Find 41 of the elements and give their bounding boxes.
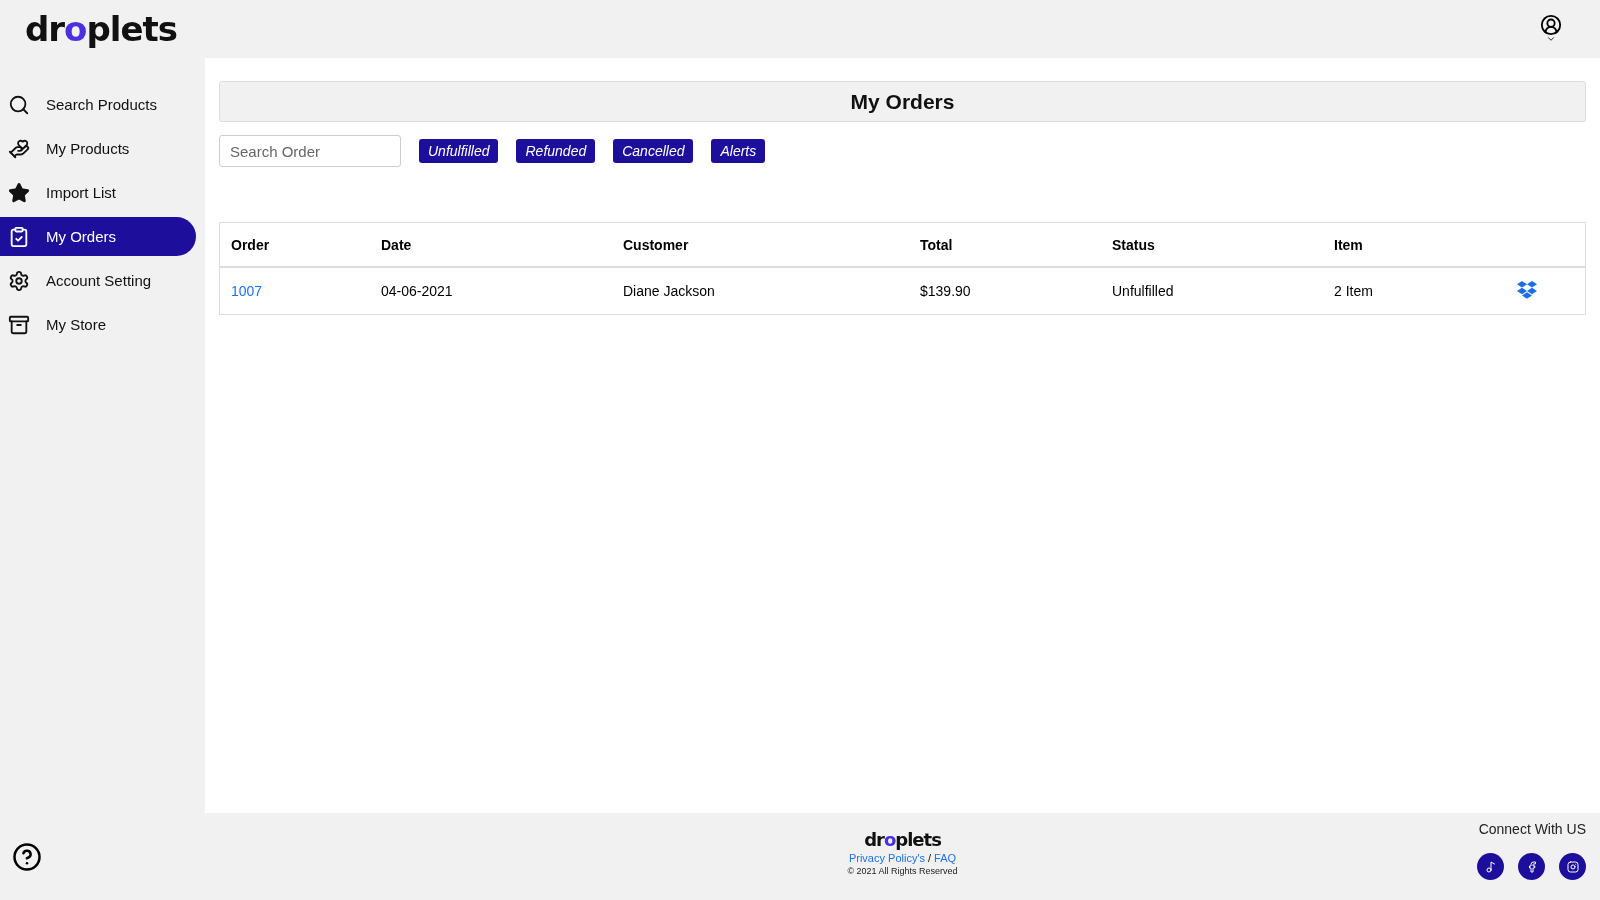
logo: droplets	[25, 9, 177, 49]
filter-button[interactable]: Refunded	[516, 139, 596, 163]
hand-icon	[8, 137, 30, 160]
sidebar-item[interactable]: My Store	[0, 305, 196, 344]
table-cell: 04-06-2021	[370, 267, 612, 315]
sidebar-item[interactable]: My Orders	[0, 217, 196, 256]
music-note-icon[interactable]	[1477, 853, 1504, 880]
sidebar-item[interactable]: Import List	[0, 173, 196, 212]
help-icon[interactable]	[12, 841, 42, 872]
search-field[interactable]: Search Order	[219, 135, 401, 167]
column-header: Date	[370, 222, 612, 267]
bucket-icon	[8, 313, 30, 336]
column-header: Total	[909, 222, 1101, 267]
clipboard-icon	[8, 225, 30, 248]
privacy-link[interactable]: Privacy Policy's	[848, 852, 925, 864]
table-cell: Unfulfilled	[1101, 267, 1323, 315]
footer-logo: droplets	[864, 829, 941, 850]
star-icon	[8, 181, 30, 204]
column-header: Order	[219, 222, 370, 267]
column-header: Customer	[612, 222, 909, 267]
sidebar-item[interactable]: Account Setting	[0, 261, 196, 300]
order-link[interactable]: 1007	[231, 283, 263, 299]
connect-label: Connect With US	[1478, 821, 1586, 837]
gear-icon	[8, 269, 30, 292]
filter-button[interactable]: Unfulfilled	[419, 139, 499, 163]
filter-button[interactable]: Alerts	[711, 139, 766, 163]
page-title: My Orders	[850, 89, 955, 114]
user-menu-icon[interactable]	[1540, 14, 1562, 44]
boxes-icon[interactable]	[1516, 279, 1538, 300]
filter-button[interactable]: Cancelled	[613, 139, 694, 163]
table-cell: Diane Jackson	[612, 267, 909, 315]
copyright: © 2021 All Rights Reserved	[847, 866, 958, 876]
table-cell: $139.90	[909, 267, 1101, 315]
sidebar-item[interactable]: Search Products	[0, 85, 196, 124]
search-icon	[8, 93, 30, 116]
column-header: Item	[1323, 222, 1505, 267]
faq-link[interactable]: FAQ	[934, 852, 957, 864]
sidebar-item[interactable]: My Products	[0, 129, 196, 168]
separator: /	[928, 852, 932, 864]
column-header: Status	[1101, 222, 1323, 267]
table-cell: 2 Item	[1323, 267, 1505, 315]
